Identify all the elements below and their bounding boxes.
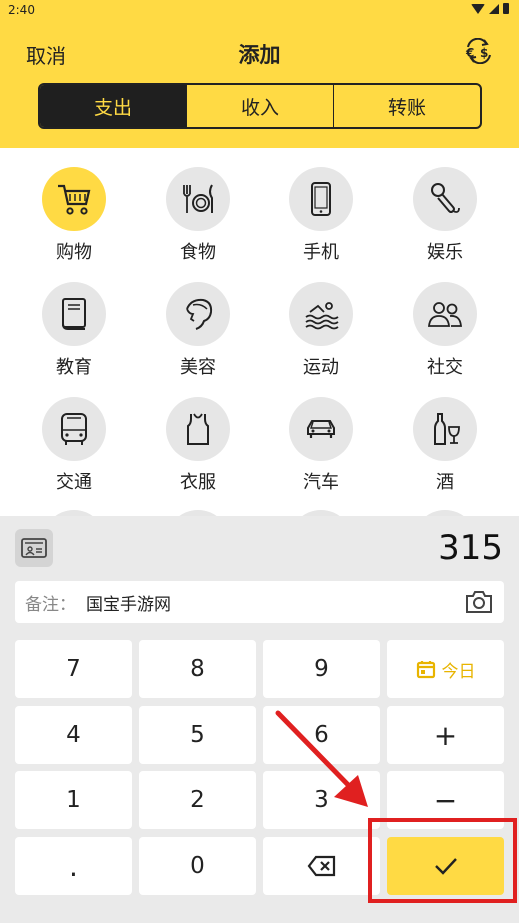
key-9[interactable]: 9 [263, 640, 380, 698]
key-0[interactable]: 0 [139, 837, 256, 895]
key-plus[interactable]: + [387, 706, 504, 764]
backspace-button[interactable] [263, 837, 380, 895]
date-label: 今日 [441, 661, 476, 682]
status-icons [471, 3, 509, 14]
calendar-icon [416, 661, 435, 679]
category-car[interactable]: 汽车 [266, 397, 376, 494]
type-tabs: 支出 收入 转账 [38, 83, 482, 129]
category-phone[interactable]: 手机 [266, 167, 376, 264]
amount-display: 315 [438, 528, 503, 568]
bus-icon [61, 413, 87, 445]
shopping-cart-icon [58, 184, 91, 215]
swim-icon [305, 302, 339, 330]
category-transport[interactable]: 交通 [19, 397, 129, 494]
note-value: 国宝手游网 [86, 594, 171, 615]
key-5[interactable]: 5 [139, 706, 256, 764]
signal-icon [489, 3, 499, 14]
category-wine[interactable]: 酒 [390, 397, 500, 494]
key-dot[interactable]: . [15, 837, 132, 895]
category-food[interactable]: 食物 [143, 167, 253, 264]
wifi-icon [471, 3, 485, 14]
category-clothes[interactable]: 衣服 [143, 397, 253, 494]
book-icon [62, 298, 86, 330]
currency-exchange-icon[interactable]: € $ [464, 38, 494, 64]
battery-icon [503, 3, 509, 14]
category-social[interactable]: 社交 [390, 282, 500, 379]
tab-transfer[interactable]: 转账 [334, 85, 480, 127]
key-8[interactable]: 8 [139, 640, 256, 698]
food-icon [183, 184, 213, 213]
category-sport[interactable]: 运动 [266, 282, 376, 379]
camera-icon[interactable] [464, 589, 494, 615]
top-bar: 2:40 取消 添加 € $ 支出 收入 转账 [0, 0, 519, 148]
key-1[interactable]: 1 [15, 771, 132, 829]
page-title: 添加 [238, 43, 281, 67]
key-6[interactable]: 6 [263, 706, 380, 764]
wine-icon [434, 413, 460, 445]
status-time: 2:40 [8, 3, 35, 17]
beauty-icon [186, 298, 213, 330]
id-card-icon [21, 538, 47, 558]
car-icon [307, 420, 335, 438]
svg-text:€: € [465, 46, 474, 60]
date-button[interactable]: 今日 [387, 640, 504, 698]
key-4[interactable]: 4 [15, 706, 132, 764]
category-beauty[interactable]: 美容 [143, 282, 253, 379]
backspace-icon [307, 855, 335, 877]
annotation-highlight-box [368, 818, 517, 903]
tab-income[interactable]: 收入 [187, 85, 334, 127]
key-3[interactable]: 3 [263, 771, 380, 829]
people-icon [428, 302, 462, 327]
cancel-button[interactable]: 取消 [26, 40, 66, 69]
account-card-button[interactable] [15, 529, 53, 567]
note-label: 备注： [25, 594, 76, 615]
category-shopping[interactable]: 购物 [19, 167, 129, 264]
phone-icon [311, 182, 331, 216]
category-education[interactable]: 教育 [19, 282, 129, 379]
microphone-icon [431, 183, 460, 213]
note-field[interactable]: 备注： 国宝手游网 [15, 581, 504, 623]
category-entertainment[interactable]: 娱乐 [390, 167, 500, 264]
key-2[interactable]: 2 [139, 771, 256, 829]
tab-expense[interactable]: 支出 [40, 85, 187, 127]
key-7[interactable]: 7 [15, 640, 132, 698]
svg-text:$: $ [480, 46, 488, 60]
shirt-icon [187, 413, 209, 445]
category-grid: 购物 食物 手机 娱乐 教育 美容 运动 社交 交通 衣服 汽车 酒 [0, 148, 519, 516]
